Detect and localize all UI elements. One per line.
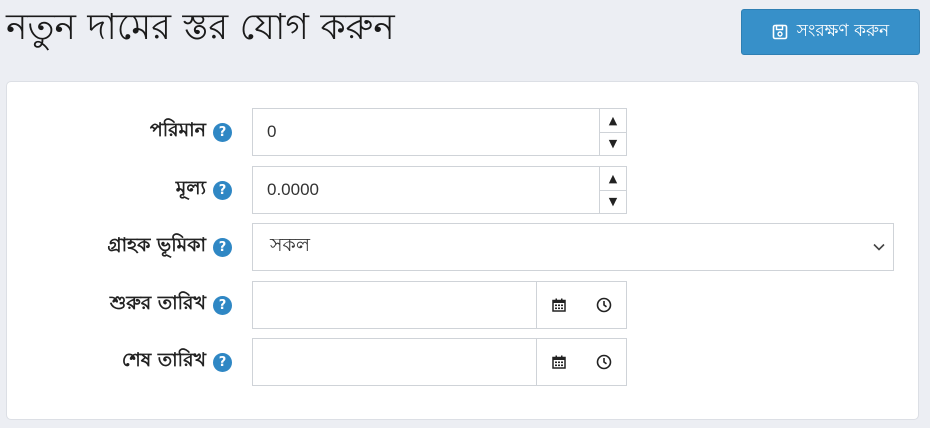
start-date-field[interactable] [252, 281, 627, 329]
quantity-input[interactable]: 0 ▲ ▼ [252, 108, 627, 156]
end-date-label: শেষ তারিখ [121, 349, 206, 371]
help-icon[interactable]: ? [213, 352, 232, 372]
customer-role-row: গ্রাহক ভূমিকা ? সকল [7, 223, 918, 271]
help-icon[interactable]: ? [213, 295, 232, 315]
start-date-label: শুরুর তারিখ [109, 292, 206, 314]
calendar-icon[interactable] [536, 339, 582, 385]
customer-role-select[interactable]: সকল [252, 223, 894, 271]
save-button[interactable]: সংরক্ষণ করুন [741, 9, 920, 55]
quantity-row: পরিমান ? 0 ▲ ▼ [7, 108, 918, 156]
increment-arrow-icon[interactable]: ▲ [600, 109, 626, 132]
price-label: মূল্য [175, 177, 206, 199]
help-icon[interactable]: ? [213, 122, 232, 142]
chevron-down-icon[interactable] [865, 243, 893, 251]
start-date-row: শুরুর তারিখ ? [7, 281, 918, 329]
end-date-label-group: শেষ তারিখ ? [122, 338, 232, 386]
end-date-row: শেষ তারিখ ? [7, 338, 918, 386]
price-stepper[interactable]: ▲ ▼ [599, 167, 626, 213]
price-input[interactable]: 0.0000 ▲ ▼ [252, 166, 627, 214]
customer-role-label-group: গ্রাহক ভূমিকা ? [107, 223, 232, 271]
increment-arrow-icon[interactable]: ▲ [600, 167, 626, 190]
price-label-group: মূল্য ? [176, 166, 232, 214]
help-icon[interactable]: ? [213, 180, 232, 200]
quantity-label-group: পরিমান ? [150, 108, 232, 156]
quantity-label: পরিমান [149, 119, 206, 141]
quantity-value[interactable]: 0 [253, 109, 599, 155]
form-panel: পরিমান ? 0 ▲ ▼ মূল্য ? 0.0000 ▲ ▼ গ্রাহক… [6, 81, 919, 420]
quantity-stepper[interactable]: ▲ ▼ [599, 109, 626, 155]
decrement-arrow-icon[interactable]: ▼ [600, 131, 626, 156]
save-button-label: সংরক্ষণ করুন [796, 21, 890, 41]
end-date-input[interactable] [253, 339, 536, 385]
price-value[interactable]: 0.0000 [253, 167, 599, 213]
clock-icon[interactable] [582, 339, 627, 385]
start-date-input[interactable] [253, 282, 536, 328]
customer-role-label: গ্রাহক ভূমিকা [107, 234, 206, 256]
page-title: নতুন দামের স্তর যোগ করুন [6, 7, 395, 48]
price-row: মূল্য ? 0.0000 ▲ ▼ [7, 166, 918, 214]
floppy-disk-icon [772, 24, 788, 40]
start-date-label-group: শুরুর তারিখ ? [110, 281, 232, 329]
decrement-arrow-icon[interactable]: ▼ [600, 189, 626, 214]
clock-icon[interactable] [582, 282, 627, 328]
calendar-icon[interactable] [536, 282, 582, 328]
end-date-field[interactable] [252, 338, 627, 386]
help-icon[interactable]: ? [213, 237, 232, 257]
customer-role-selected[interactable]: সকল [253, 231, 865, 263]
